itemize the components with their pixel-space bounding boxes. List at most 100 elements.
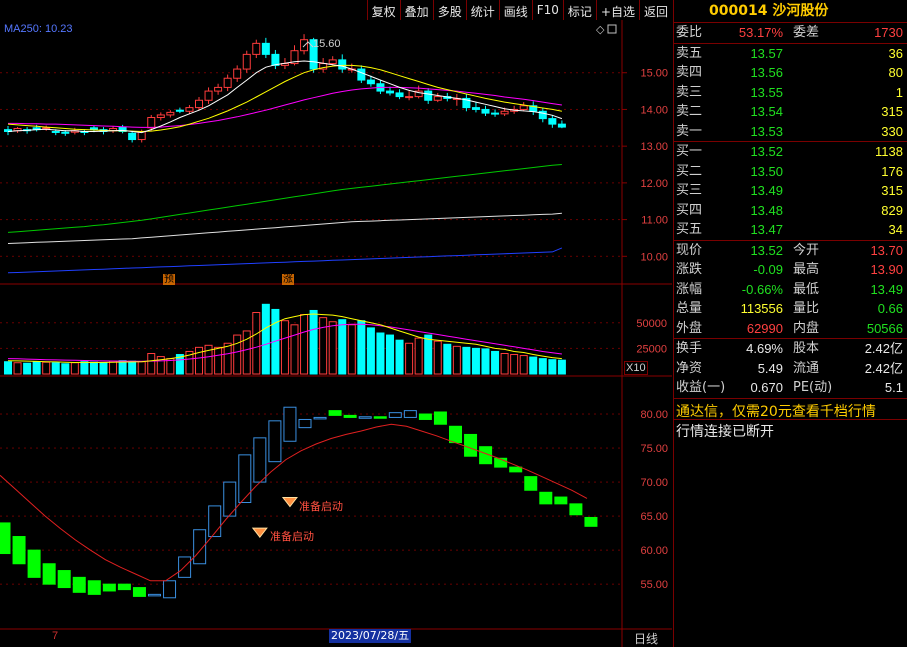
indicator-bar: [238, 454, 252, 504]
candle-body: [233, 68, 242, 79]
quote-label: 今开: [793, 242, 820, 258]
indicator-axis-label: 65.00: [640, 511, 668, 523]
menu-button[interactable]: 叠加: [399, 0, 433, 20]
volume-bar: [42, 361, 51, 375]
quote-value: 62990: [746, 320, 783, 336]
order-book-row: 买三 13.49 315: [674, 181, 907, 201]
order-price: 13.54: [750, 104, 783, 119]
volume-axis-label: 50000: [636, 318, 667, 330]
candle-body: [252, 42, 261, 55]
quote-label: PE(动): [793, 380, 833, 395]
volume-bar: [118, 360, 127, 375]
ma250-label: MA250: 10.23: [4, 23, 73, 35]
order-book-row: 卖三 13.55 1: [674, 83, 907, 103]
order-level-label: 买五: [676, 222, 703, 237]
menu-button[interactable]: 画线: [498, 0, 532, 20]
order-book-row: 买二 13.50 176: [674, 162, 907, 182]
quote-value: 1730: [874, 25, 903, 40]
signal-diamond-icon: [251, 527, 268, 538]
indicator-bar: [373, 416, 387, 419]
ma250-line: [7, 247, 563, 274]
indicator-bar: [283, 406, 297, 442]
quote-label: 涨跌: [676, 262, 703, 277]
candle-body: [328, 59, 337, 65]
indicator-bar: [418, 413, 432, 420]
indicator-bar: [72, 576, 86, 593]
menu-button[interactable]: +自选: [595, 0, 639, 20]
order-book-row: 买五 13.47 34: [674, 220, 907, 240]
candle-body: [42, 127, 51, 130]
indicator-bar: [117, 583, 131, 591]
order-volume: 829: [881, 202, 903, 218]
volume-bar: [109, 360, 118, 375]
stock-title: 000014 沙河股份: [674, 0, 907, 22]
order-level-label: 买二: [676, 163, 703, 179]
menu-button[interactable]: 标记: [562, 0, 596, 20]
quote-label: 委比: [676, 25, 703, 40]
volume-axis-label: 25000: [636, 343, 667, 355]
order-book-row: 卖二 13.54 315: [674, 102, 907, 122]
indicator-bar: [358, 416, 372, 419]
quote-row: 总量 113556 量比 0.66: [674, 299, 907, 319]
volume-bar: [557, 359, 566, 375]
order-price: 13.57: [750, 45, 783, 61]
chart-canvas: ◇ 10.00 11.00 12.00 13.00 14.00 15.00 25000 5000…: [0, 20, 672, 647]
quote-row: 委比 53.17% 委差 1730: [674, 23, 907, 43]
volume-bar: [424, 334, 433, 375]
price-axis-label: 14.00: [640, 104, 668, 116]
menu-button[interactable]: 复权: [366, 0, 400, 20]
stock-code: 000014: [709, 3, 768, 19]
candle-body: [395, 92, 404, 98]
quote-value: 4.69%: [746, 341, 783, 356]
candle-body: [271, 53, 280, 66]
quote-label: 内盘: [793, 320, 820, 336]
order-price: 13.55: [750, 84, 783, 100]
candle-body: [357, 68, 366, 81]
volume-bar: [386, 334, 394, 375]
candle-body: [405, 96, 414, 99]
order-price: 13.53: [750, 123, 783, 139]
volume-bar: [443, 343, 452, 375]
quote-value: 0.670: [750, 380, 783, 395]
volume-bar: [147, 353, 156, 375]
candle-body: [166, 111, 175, 116]
ma120-line: [7, 212, 562, 244]
candle-body: [89, 127, 98, 131]
diamond-icon: ◇: [596, 24, 605, 36]
volume-bar: [280, 320, 289, 375]
volume-bar: [471, 347, 480, 375]
candle-body: [548, 118, 557, 125]
indicator-bar: [569, 503, 583, 516]
order-volume: 330: [881, 123, 903, 139]
volume-bar: [548, 359, 557, 375]
connection-status: 行情连接已断开: [676, 423, 774, 440]
quote-value: 2.42亿: [864, 360, 903, 376]
order-level-label: 卖四: [676, 65, 703, 80]
volume-bar: [195, 346, 203, 375]
candle-body: [500, 110, 509, 115]
order-volume: 176: [881, 163, 903, 179]
quote-row: 涨幅 -0.66% 最低 13.49: [674, 280, 907, 300]
quote-panel: 000014 沙河股份 委比 53.17% 委差 1730 卖五 13.57 36 卖四 13…: [673, 0, 907, 647]
quote-label: 现价: [676, 242, 703, 258]
menu-button[interactable]: F10: [531, 0, 563, 20]
volume-bar: [290, 324, 299, 375]
volume-multiplier: X10: [624, 361, 648, 375]
quote-row: 现价 13.52 今开 13.70: [674, 241, 907, 261]
indicator-axis-label: 55.00: [640, 579, 668, 591]
quote-value: 50566: [866, 320, 903, 336]
quote-value: 13.52: [750, 242, 783, 258]
menu-button[interactable]: 统计: [465, 0, 499, 20]
indicator-bar: [57, 570, 71, 589]
quote-row: 净资 5.49 流通 2.42亿: [674, 359, 907, 379]
top-menu: 复权 叠加 多股 统计 画线 F10 标记 +自选 返回: [0, 0, 672, 20]
volume-bar: [51, 362, 60, 375]
order-level-label: 买一: [676, 144, 703, 159]
order-price: 13.50: [750, 163, 783, 179]
menu-button[interactable]: 返回: [638, 0, 672, 20]
menu-button[interactable]: 多股: [432, 0, 466, 20]
period-selector[interactable]: 日线: [634, 630, 658, 647]
volume-bar: [338, 319, 347, 375]
indicator-bar: [87, 580, 101, 595]
promo-banner[interactable]: 通达信，仅需20元查看千档行情: [674, 399, 907, 420]
